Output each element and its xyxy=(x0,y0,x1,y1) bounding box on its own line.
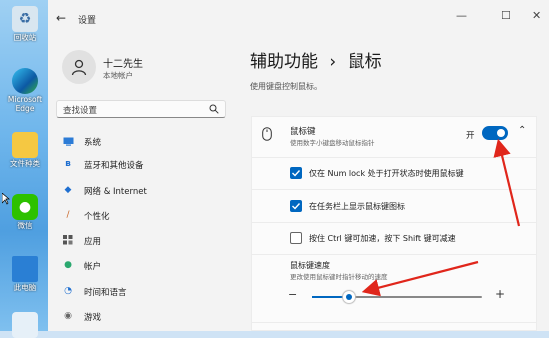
chevron-up-icon[interactable]: ⌃ xyxy=(518,125,526,136)
page-subtitle: 使用键盘控制鼠标。 xyxy=(250,82,322,91)
sidebar-item-apps[interactable]: 应用 xyxy=(58,230,228,250)
desktop-icon-label: 微信 xyxy=(17,221,33,230)
account-type: 本地帐户 xyxy=(103,71,133,80)
edge-icon xyxy=(12,68,38,94)
brush-icon: / xyxy=(66,210,70,220)
toggle-knob xyxy=(497,129,505,137)
search-placeholder: 查找设置 xyxy=(63,106,98,116)
page-title: 辅助功能 › 鼠标 xyxy=(250,47,382,72)
slider-thumb-dot xyxy=(346,294,353,300)
sidebar-item-label: 个性化 xyxy=(84,212,110,222)
minimize-button[interactable]: — xyxy=(456,9,467,22)
mouse-keys-card: 鼠标键 使用数字小键盘移动鼠标指针 开 ⌃ 仅在 Num lock 处于打开状态… xyxy=(251,116,537,331)
maximize-button[interactable]: ☐ xyxy=(501,9,511,22)
sidebar-item-personalization[interactable]: / 个性化 xyxy=(58,205,228,225)
recycle-bin-icon: ♻ xyxy=(12,6,38,32)
wechat-icon: ● xyxy=(12,194,38,220)
edge-shortcut[interactable]: Microsoft Edge xyxy=(3,68,47,113)
speed-title: 鼠标键速度 xyxy=(290,261,330,270)
taskbar-option-label: 在任务栏上显示鼠标键图标 xyxy=(309,202,405,211)
mouse-icon xyxy=(262,127,272,141)
mouse-keys-title: 鼠标键 xyxy=(290,127,316,137)
slider-thumb[interactable] xyxy=(343,291,356,303)
title-bar: ← 设置 — ☐ ✕ xyxy=(48,0,549,34)
sidebar-item-label: 时间和语言 xyxy=(84,288,127,298)
sidebar-item-gaming[interactable]: ◉ 游戏 xyxy=(58,306,228,326)
sidebar-item-time-language[interactable]: ◔ 时间和语言 xyxy=(58,281,228,301)
divider xyxy=(252,222,536,223)
desktop-shortcut-partial[interactable] xyxy=(3,312,47,338)
sidebar-item-label: 系统 xyxy=(84,138,102,148)
desktop-icon-label: 此电脑 xyxy=(13,283,37,292)
sidebar-item-label: 蓝牙和其他设备 xyxy=(84,161,144,171)
sidebar-item-system[interactable]: 系统 xyxy=(58,131,228,151)
gamepad-icon: ◉ xyxy=(64,311,72,321)
checkmark-icon xyxy=(292,203,301,210)
globe-clock-icon: ◔ xyxy=(64,286,72,296)
sidebar-item-bluetooth[interactable]: ʙ 蓝牙和其他设备 xyxy=(58,154,228,174)
sidebar-item-label: 游戏 xyxy=(84,313,102,323)
checkmark-icon xyxy=(292,170,301,177)
desktop-icon-label: 文件种类 xyxy=(10,159,40,168)
sidebar-item-accounts[interactable]: ● 帐户 xyxy=(58,255,228,275)
sidebar-item-network[interactable]: ◆ 网络 & Internet xyxy=(58,180,228,200)
breadcrumb-current: 鼠标 xyxy=(347,52,382,72)
monitor-icon xyxy=(62,135,74,147)
window-title: 设置 xyxy=(78,16,97,26)
divider xyxy=(252,157,536,158)
user-icon xyxy=(71,59,87,76)
bluetooth-icon: ʙ xyxy=(65,159,71,169)
sidebar-item-label: 网络 & Internet xyxy=(84,187,147,197)
speed-section: 鼠标键速度 更改使用鼠标键时指针移动的速度 − + xyxy=(252,254,536,314)
divider xyxy=(252,322,536,323)
sidebar-item-label: 帐户 xyxy=(84,262,102,272)
person-icon: ● xyxy=(64,260,72,270)
numlock-option-label: 仅在 Num lock 处于打开状态时使用鼠标键 xyxy=(309,169,464,178)
plus-icon: + xyxy=(495,287,506,301)
desktop-icon-label: 回收站 xyxy=(13,33,37,42)
divider xyxy=(252,189,536,190)
mouse-cursor-icon xyxy=(2,193,10,205)
user-name: 十二先生 xyxy=(103,59,143,70)
avatar[interactable] xyxy=(62,50,96,84)
app-icon xyxy=(12,312,38,338)
this-pc-shortcut[interactable]: 此电脑 xyxy=(3,256,47,292)
folder-icon xyxy=(12,132,38,158)
numlock-checkbox[interactable] xyxy=(290,167,302,179)
breadcrumb-parent[interactable]: 辅助功能 xyxy=(250,52,318,72)
search-input[interactable]: 查找设置 xyxy=(56,100,226,118)
monitor-icon xyxy=(12,256,38,282)
back-arrow-icon[interactable]: ← xyxy=(56,11,66,25)
folder-shortcut[interactable]: 文件种类 xyxy=(3,132,47,168)
mouse-keys-toggle[interactable] xyxy=(482,126,508,140)
settings-window: ← 设置 — ☐ ✕ 十二先生 本地帐户 查找设置 系统 ʙ 蓝牙和其他设备 ◆… xyxy=(48,0,549,331)
minus-icon: − xyxy=(288,288,298,301)
toggle-state-label: 开 xyxy=(466,131,475,141)
sidebar-item-label: 应用 xyxy=(84,237,102,247)
mouse-keys-description: 使用数字小键盘移动鼠标指针 xyxy=(290,139,375,147)
desktop-icon-label: Microsoft Edge xyxy=(7,95,43,113)
close-button[interactable]: ✕ xyxy=(532,9,541,22)
speed-description: 更改使用鼠标键时指针移动的速度 xyxy=(290,273,388,281)
wifi-icon: ◆ xyxy=(64,185,72,195)
ctrl-shift-checkbox[interactable] xyxy=(290,232,302,244)
taskbar-icon-checkbox[interactable] xyxy=(290,200,302,212)
speed-slider[interactable] xyxy=(312,291,482,303)
recycle-bin-shortcut[interactable]: ♻ 回收站 xyxy=(3,6,47,42)
breadcrumb-separator: › xyxy=(329,52,337,72)
apps-icon xyxy=(62,234,74,246)
desktop: ♻ 回收站 Microsoft Edge 文件种类 ● 微信 此电脑 xyxy=(0,0,50,338)
ctrl-shift-option-label: 按住 Ctrl 键可加速，按下 Shift 键可减速 xyxy=(309,234,456,243)
search-icon xyxy=(209,104,219,114)
